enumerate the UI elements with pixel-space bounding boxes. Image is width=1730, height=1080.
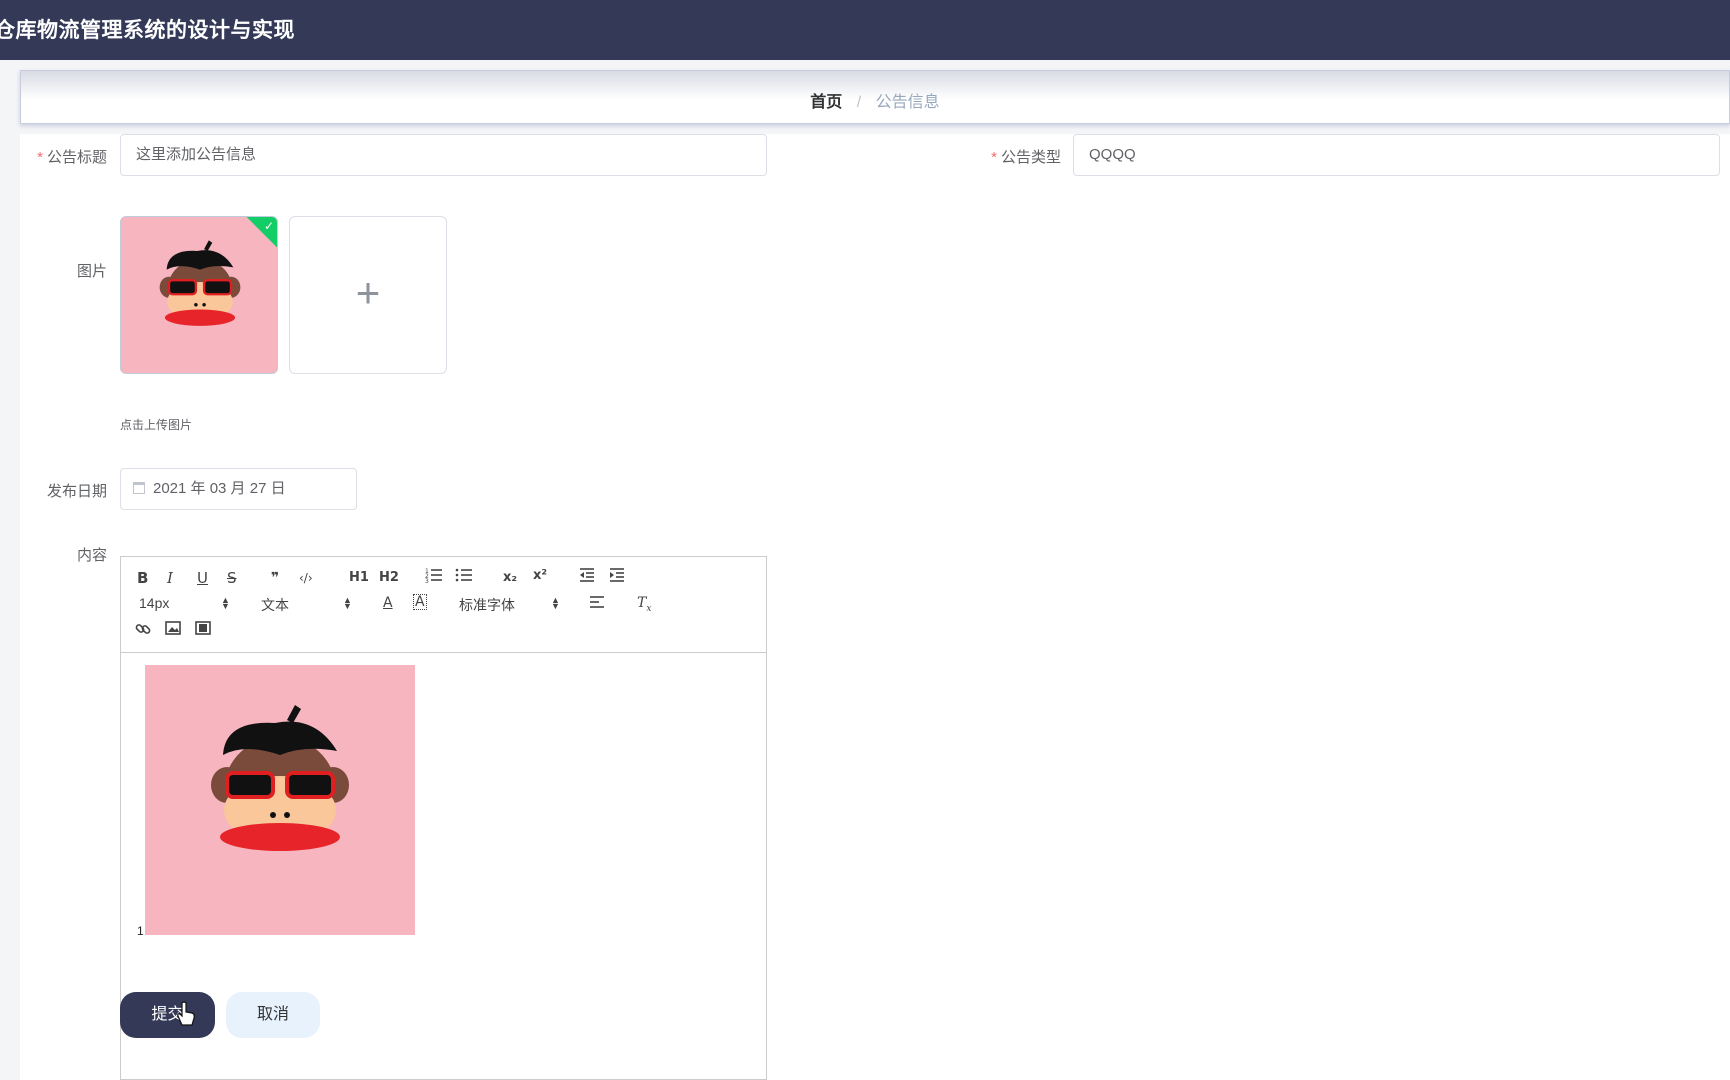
breadcrumb-bar: 首页 / 公告信息 bbox=[20, 70, 1730, 124]
breadcrumb-separator: / bbox=[856, 94, 862, 111]
editor-toolbar: B I U S ❞ ‹/› H1 H2 123 x₂ x² 14px ▲ ▼ 文… bbox=[121, 557, 766, 653]
font-size-select[interactable]: 14px bbox=[139, 595, 169, 611]
upload-hint: 点击上传图片 bbox=[120, 418, 193, 432]
select-arrows-icon: ▲ ▼ bbox=[221, 595, 230, 611]
form-panel: * 公告标题 这里添加公告信息 * 公告类型 QQQQ 图片 ✓ + 点击上传图片 … bbox=[20, 134, 1730, 1080]
content-text: 1 bbox=[137, 924, 144, 938]
date-value: 2021 年 03 月 27 日 bbox=[153, 480, 286, 497]
date-label: 发布日期 bbox=[46, 483, 107, 500]
content-image[interactable] bbox=[145, 665, 415, 935]
rich-text-editor: B I U S ❞ ‹/› H1 H2 123 x₂ x² 14px ▲ ▼ 文… bbox=[120, 556, 767, 1080]
plus-icon: + bbox=[355, 269, 381, 316]
cancel-button[interactable]: 取消 bbox=[226, 992, 320, 1038]
date-picker[interactable]: 2021 年 03 月 27 日 bbox=[120, 468, 357, 510]
app-title: 仓库物流管理系统的设计与实现 bbox=[0, 18, 295, 42]
title-input[interactable]: 这里添加公告信息 bbox=[120, 134, 767, 176]
upload-add-button[interactable]: + bbox=[289, 216, 447, 374]
font-family-select[interactable]: 标准字体 bbox=[459, 595, 515, 615]
title-label: * 公告标题 bbox=[37, 149, 107, 166]
select-arrows-icon: ▲ ▼ bbox=[343, 595, 352, 611]
link-icon[interactable] bbox=[135, 621, 151, 641]
quote-icon[interactable]: ❞ bbox=[271, 569, 279, 587]
required-mark: * bbox=[37, 149, 43, 166]
underline-button[interactable]: U bbox=[197, 569, 208, 587]
align-icon[interactable] bbox=[589, 595, 605, 613]
bold-button[interactable]: B bbox=[137, 569, 148, 587]
check-icon: ✓ bbox=[263, 219, 274, 233]
superscript-button[interactable]: x² bbox=[533, 567, 547, 585]
font-color-icon[interactable]: A bbox=[383, 594, 393, 612]
code-icon[interactable]: ‹/› bbox=[299, 569, 313, 587]
type-input[interactable]: QQQQ bbox=[1073, 134, 1720, 176]
h1-button[interactable]: H1 bbox=[349, 569, 369, 587]
required-mark: * bbox=[991, 149, 997, 166]
video-icon[interactable] bbox=[195, 621, 211, 639]
calendar-icon bbox=[133, 482, 145, 494]
ordered-list-icon[interactable]: 123 bbox=[425, 567, 443, 587]
italic-button[interactable]: I bbox=[167, 569, 173, 587]
submit-button[interactable]: 提交 bbox=[120, 992, 215, 1038]
header-select[interactable]: 文本 bbox=[261, 595, 289, 615]
uploaded-image-thumbnail[interactable]: ✓ bbox=[120, 216, 278, 374]
monkey-image bbox=[145, 665, 415, 935]
top-bar: 仓库物流管理系统的设计与实现 bbox=[0, 0, 1730, 60]
type-label: * 公告类型 bbox=[991, 149, 1061, 166]
h2-button[interactable]: H2 bbox=[379, 569, 399, 587]
monkey-image bbox=[121, 217, 277, 373]
picture-label: 图片 bbox=[76, 263, 107, 280]
indent-icon[interactable] bbox=[609, 567, 625, 587]
image-icon[interactable] bbox=[165, 621, 181, 639]
clear-format-icon[interactable]: Tx bbox=[637, 594, 651, 618]
subscript-button[interactable]: x₂ bbox=[503, 569, 517, 587]
breadcrumb-current: 公告信息 bbox=[875, 94, 940, 111]
breadcrumb: 首页 / 公告信息 bbox=[21, 88, 1729, 112]
strike-button[interactable]: S bbox=[227, 569, 237, 587]
bullet-list-icon[interactable] bbox=[455, 567, 473, 587]
content-label: 内容 bbox=[76, 547, 107, 564]
breadcrumb-home[interactable]: 首页 bbox=[810, 94, 842, 111]
select-arrows-icon: ▲ ▼ bbox=[551, 595, 560, 611]
svg-text:3: 3 bbox=[425, 578, 429, 583]
hand-cursor-icon bbox=[177, 1001, 195, 1026]
background-color-icon[interactable]: A bbox=[413, 594, 427, 610]
outdent-icon[interactable] bbox=[579, 567, 595, 587]
